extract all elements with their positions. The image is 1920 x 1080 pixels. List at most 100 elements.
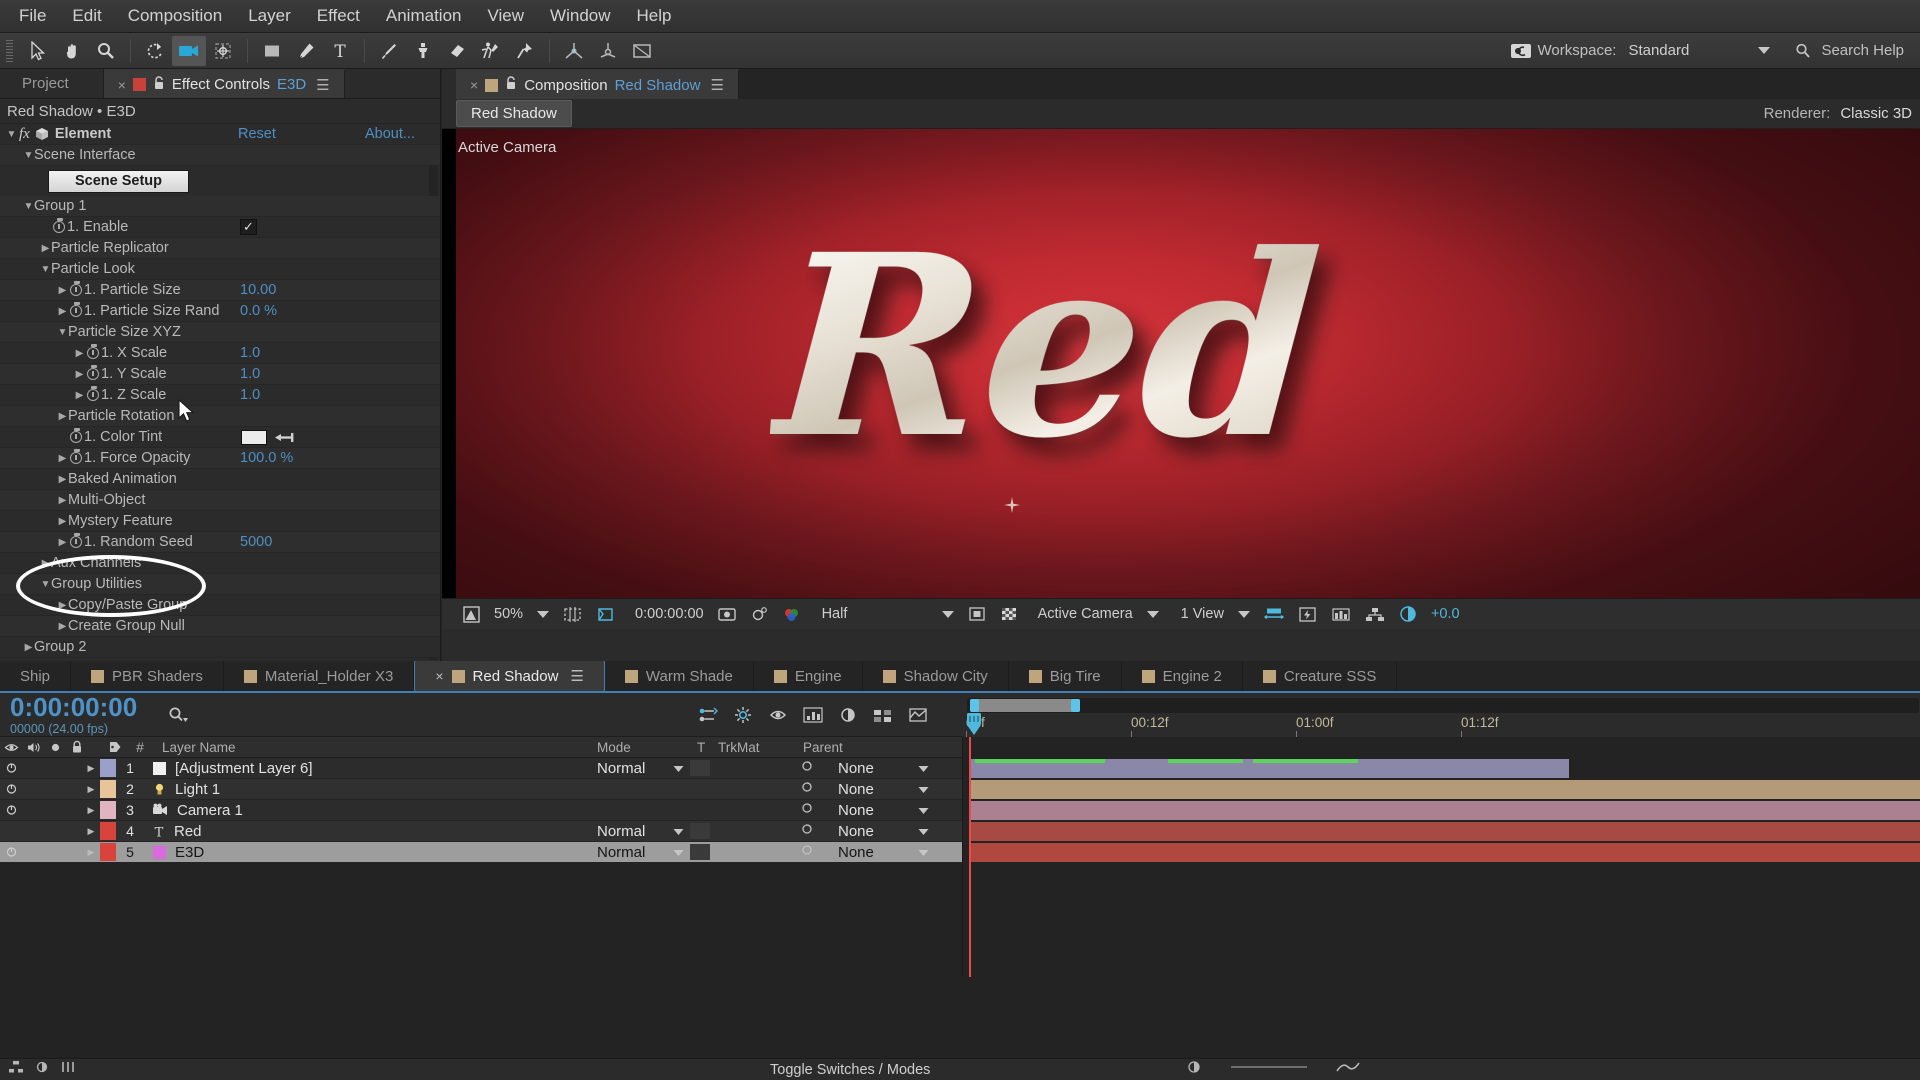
rotation-tool[interactable] bbox=[138, 36, 172, 66]
twirl-right-icon[interactable] bbox=[23, 642, 34, 653]
layer-label-color[interactable] bbox=[100, 780, 116, 798]
twirl-right-icon[interactable] bbox=[74, 390, 85, 401]
effect-param-row[interactable]: Particle Replicator bbox=[0, 238, 440, 259]
layer-solo-toggle[interactable] bbox=[42, 803, 62, 818]
timeline-tab-material-holder-x3[interactable]: Material_Holder X3 bbox=[224, 661, 414, 691]
pickwhip-icon[interactable] bbox=[800, 780, 814, 798]
brush-tool[interactable] bbox=[372, 36, 406, 66]
layer-lock-toggle[interactable] bbox=[62, 845, 82, 860]
chevron-down-icon[interactable] bbox=[918, 781, 929, 798]
work-area-end-handle[interactable] bbox=[1071, 699, 1080, 712]
layer-lock-toggle[interactable] bbox=[62, 803, 82, 818]
show-snapshot-icon[interactable] bbox=[743, 599, 775, 630]
layer-label-color[interactable] bbox=[100, 801, 116, 819]
scene-setup-button[interactable]: Scene Setup bbox=[48, 170, 189, 193]
layer-lock-toggle[interactable] bbox=[62, 824, 82, 839]
chevron-down-icon[interactable] bbox=[918, 823, 929, 840]
region-of-interest-icon[interactable] bbox=[589, 599, 622, 630]
layer-duration-bar[interactable] bbox=[969, 780, 1920, 799]
pickwhip-icon[interactable] bbox=[800, 822, 814, 840]
effect-param-row[interactable]: Mystery Feature bbox=[0, 511, 440, 532]
layer-lock-toggle[interactable] bbox=[62, 782, 82, 797]
hand-tool[interactable] bbox=[55, 36, 89, 66]
show-channel-icon[interactable] bbox=[775, 599, 809, 630]
magnification-dropdown-icon[interactable] bbox=[530, 599, 556, 630]
effect-param-row[interactable]: Particle Rotation bbox=[0, 406, 440, 427]
layer-visibility-toggle[interactable] bbox=[0, 762, 22, 774]
panel-menu-icon[interactable]: ☰ bbox=[570, 667, 583, 685]
stopwatch-icon[interactable] bbox=[68, 452, 84, 464]
effect-param-row[interactable]: Copy/Paste Group bbox=[0, 595, 440, 616]
layer-parent-dropdown[interactable]: None bbox=[800, 843, 929, 861]
selection-tool[interactable] bbox=[21, 36, 55, 66]
auto-keyframe-icon[interactable] bbox=[900, 700, 935, 730]
layer-label-color[interactable] bbox=[100, 843, 116, 861]
layer-name-cell[interactable]: Camera 1 bbox=[144, 802, 243, 819]
effect-param-value[interactable]: 5000 bbox=[240, 534, 272, 550]
layer-twirl-icon[interactable]: ▶ bbox=[82, 784, 100, 795]
composition-viewer[interactable]: Red Active Camera 50% 0:00:00:0 bbox=[442, 129, 1920, 629]
reset-button[interactable]: Reset bbox=[238, 126, 276, 142]
current-timecode[interactable]: 0:00:00:00 bbox=[10, 694, 137, 720]
effect-param-row[interactable]: 1. Particle Size Rand0.0 % bbox=[0, 301, 440, 322]
timeline-layer-list[interactable]: ▶1[Adjustment Layer 6]NormalNone▶2Light … bbox=[0, 758, 962, 958]
color-swatch[interactable] bbox=[241, 430, 267, 445]
effect-param-row[interactable]: Group 2 bbox=[0, 637, 440, 658]
pickwhip-icon[interactable] bbox=[800, 843, 814, 861]
panel-menu-icon[interactable]: ☰ bbox=[710, 76, 723, 94]
menu-item-file[interactable]: File bbox=[6, 2, 59, 30]
snapshot-icon[interactable] bbox=[711, 599, 743, 630]
exposure-icon[interactable] bbox=[1392, 599, 1424, 630]
layer-trkmat-cell[interactable] bbox=[690, 844, 710, 860]
effect-param-row[interactable]: Scene Interface bbox=[0, 145, 440, 166]
close-icon[interactable]: × bbox=[435, 668, 443, 684]
chevron-down-icon[interactable] bbox=[918, 844, 929, 861]
enable-checkbox[interactable]: ✓ bbox=[240, 219, 257, 235]
search-icon[interactable] bbox=[167, 705, 189, 725]
stopwatch-icon[interactable] bbox=[51, 221, 67, 233]
twirl-right-icon[interactable] bbox=[57, 285, 68, 296]
graph-editor-icon[interactable] bbox=[795, 700, 830, 730]
layer-name-cell[interactable]: E3D bbox=[144, 844, 204, 861]
live-update-icon[interactable] bbox=[690, 700, 725, 730]
chevron-down-icon[interactable] bbox=[918, 802, 929, 819]
toggle-switches-modes-button[interactable]: Toggle Switches / Modes bbox=[770, 1062, 930, 1078]
lock-icon[interactable] bbox=[153, 76, 165, 94]
layer-mode-dropdown[interactable]: Normal bbox=[597, 844, 684, 861]
comp-flowchart-icon[interactable] bbox=[1358, 599, 1392, 630]
workspace-value[interactable]: Standard bbox=[1628, 42, 1748, 59]
hide-shy-layers-icon[interactable] bbox=[34, 1060, 50, 1079]
keyframe-segment[interactable] bbox=[1308, 759, 1358, 763]
layer-parent-dropdown[interactable]: None bbox=[800, 780, 929, 798]
layer-trkmat-cell[interactable] bbox=[690, 760, 710, 776]
renderer-value[interactable]: Classic 3D bbox=[1840, 105, 1912, 122]
layer-audio-toggle[interactable] bbox=[22, 782, 42, 797]
panel-menu-icon[interactable]: ☰ bbox=[316, 76, 329, 94]
stopwatch-icon[interactable] bbox=[68, 536, 84, 548]
layer-audio-toggle[interactable] bbox=[22, 824, 42, 839]
layer-twirl-icon[interactable]: ▶ bbox=[82, 805, 100, 816]
exposure-value[interactable]: +0.0 bbox=[1424, 599, 1467, 630]
keyframe-segment[interactable] bbox=[975, 759, 1105, 763]
magnification-value[interactable]: 50% bbox=[487, 599, 530, 630]
keyframe-segment[interactable] bbox=[1253, 759, 1308, 763]
comp-canvas[interactable]: Red bbox=[456, 129, 1920, 629]
comp-breadcrumb-chip[interactable]: Red Shadow bbox=[456, 100, 572, 127]
fast-previews-icon[interactable] bbox=[1291, 599, 1324, 630]
twirl-right-icon[interactable] bbox=[57, 411, 68, 422]
draft-3d-icon[interactable] bbox=[725, 700, 760, 730]
work-area-start-handle[interactable] bbox=[970, 699, 979, 712]
effect-param-row[interactable]: fxElementResetAbout... bbox=[0, 124, 440, 145]
eraser-tool[interactable] bbox=[440, 36, 474, 66]
twirl-down-icon[interactable] bbox=[23, 201, 34, 212]
menu-item-animation[interactable]: Animation bbox=[373, 2, 475, 30]
motion-blur-toggle-icon[interactable] bbox=[1185, 1060, 1203, 1079]
puppet-pin-tool[interactable] bbox=[508, 36, 542, 66]
menu-item-window[interactable]: Window bbox=[537, 2, 623, 30]
twirl-down-icon[interactable] bbox=[40, 264, 51, 275]
menu-item-help[interactable]: Help bbox=[624, 2, 685, 30]
twirl-right-icon[interactable] bbox=[74, 348, 85, 359]
effect-param-value[interactable]: 0.0 % bbox=[240, 303, 277, 319]
effect-param-row[interactable]: Group 1 bbox=[0, 196, 440, 217]
toggle-mask-icon[interactable] bbox=[961, 599, 993, 630]
